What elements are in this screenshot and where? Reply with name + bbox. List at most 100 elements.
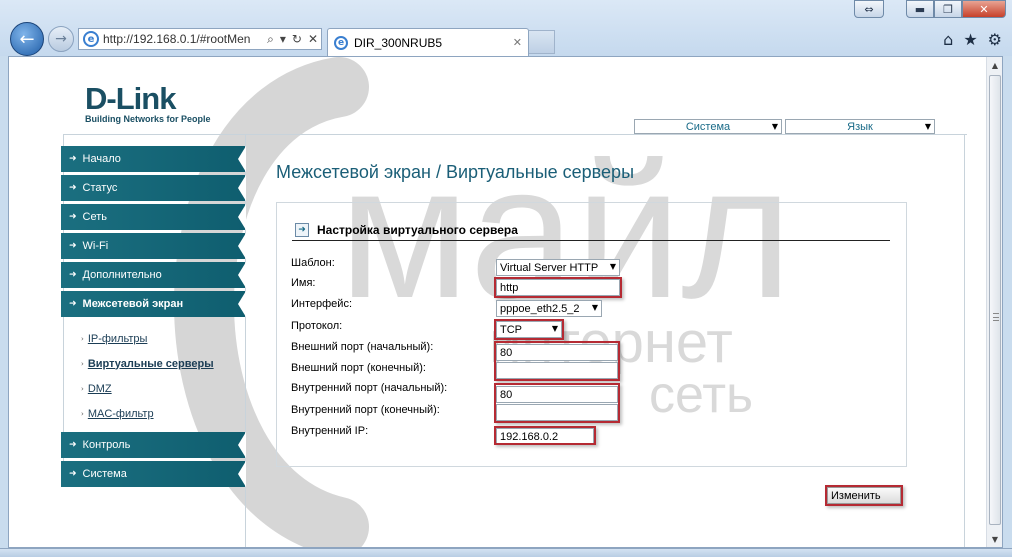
side-menu: ➜ Начало ➜ Статус ➜ Сеть ➜ Wi-Fi ➜ Дополнител… [61,146,246,490]
highlight-box [494,426,596,445]
maximize-button[interactable]: ❐ [934,0,962,18]
status-bar [0,548,1012,557]
interface-value: pppoe_eth2.5_2 [500,302,580,315]
system-select[interactable]: Система ▼ [634,119,782,134]
int-port-start-label: Внутренний порт (начальный): [291,382,448,394]
ext-port-start-label: Внешний порт (начальный): [291,341,434,353]
grip-icon [993,313,999,321]
dropdown-icon[interactable]: ▾ [280,32,286,46]
address-url[interactable]: http://192.168.0.1/#rootMen [103,32,264,46]
menu-item-label: Начало [82,153,121,165]
page-viewport: майл интернет сеть D-Link Building Netwo… [8,56,1003,548]
bullet-icon: › [81,334,84,343]
minimize-button[interactable]: ▬ [906,0,934,18]
scroll-down-icon[interactable]: ▼ [987,531,1002,547]
address-bar[interactable]: e http://192.168.0.1/#rootMen ⌕ ▾ ↻ ✕ [78,28,322,50]
arrow-right-icon: ➜ [69,183,77,193]
arrow-right-icon: ➜ [69,270,77,280]
frame-divider [964,134,965,547]
dropdown-arrow-icon: ▼ [771,122,778,131]
submenu-label: Виртуальные серверы [87,357,214,370]
firewall-submenu: › IP-фильтры › Виртуальные серверы › DMZ › M… [61,320,245,432]
bullet-icon: › [81,359,84,368]
dropdown-arrow-icon: ▼ [591,303,598,312]
template-select[interactable]: Virtual Server HTTP ▼ [496,259,620,276]
menu-item-label: Контроль [82,439,131,451]
submenu-item-mac-filter[interactable]: › MAC-фильтр [81,401,245,426]
scroll-up-icon[interactable]: ▲ [987,57,1002,73]
int-ip-label: Внутренний IP: [291,425,369,437]
menu-item-wifi[interactable]: ➜ Wi-Fi [61,233,246,259]
menu-item-label: Система [82,468,127,480]
form-heading: ➜ Настройка виртуального сервера [292,220,890,241]
vertical-scrollbar[interactable]: ▲ ▼ [986,57,1002,547]
browser-tab[interactable]: e DIR_300NRUB5 ✕ [327,28,529,56]
template-label: Шаблон: [291,257,335,269]
menu-item-label: Сеть [82,211,108,223]
tab-switch-button[interactable]: ⇔ [854,0,884,18]
submenu-item-ip-filters[interactable]: › IP-фильтры [81,326,245,351]
logo-brand: D-Link [85,81,176,116]
language-select-label: Язык [847,120,873,133]
language-select[interactable]: Язык ▼ [785,119,935,134]
arrow-right-icon: ➜ [69,212,77,222]
name-label: Имя: [291,277,316,289]
scroll-thumb[interactable] [989,75,1001,525]
menu-item-network[interactable]: ➜ Сеть [61,204,246,230]
ie-icon: e [334,35,348,50]
stop-icon[interactable]: ✕ [308,32,318,46]
int-port-end-label: Внутренний порт (конечный): [291,404,440,416]
dropdown-arrow-icon: ▼ [609,262,616,271]
search-icon[interactable]: ⌕ [267,32,274,47]
highlight-box [494,277,622,298]
menu-item-status[interactable]: ➜ Статус [61,175,246,201]
tab-title: DIR_300NRUB5 [354,35,443,50]
menu-item-control[interactable]: ➜ Контроль [61,432,246,458]
menu-item-label: Межсетевой экран [82,298,184,310]
menu-item-label: Wi-Fi [82,240,109,252]
home-icon[interactable]: ⌂ [943,30,953,49]
submenu-label: DMZ [87,382,112,395]
logo-slogan: Building Networks for People [85,114,211,124]
new-tab-button[interactable] [529,30,555,54]
back-button[interactable]: ← [10,22,44,56]
menu-item-home[interactable]: ➜ Начало [61,146,246,172]
tab-close-icon[interactable]: ✕ [513,36,522,49]
forward-button[interactable]: → [48,26,74,52]
menu-item-firewall[interactable]: ➜ Межсетевой экран [61,291,246,317]
highlight-box [494,319,564,340]
favorites-star-icon[interactable]: ★ [963,30,977,49]
page-title: Межсетевой экран / Виртуальные серверы [276,162,635,182]
submenu-item-virtual-servers[interactable]: › Виртуальные серверы [81,351,245,376]
template-value: Virtual Server HTTP [500,261,599,274]
system-select-label: Система [685,120,731,133]
ie-icon: e [83,31,99,47]
frame-divider [63,134,967,135]
dropdown-arrow-icon: ▼ [924,122,931,131]
close-window-button[interactable]: ✕ [962,0,1006,18]
arrow-right-icon: ➜ [69,440,77,450]
ext-port-end-label: Внешний порт (конечный): [291,362,426,374]
arrow-right-icon: ➜ [69,241,77,251]
arrow-right-icon: ➜ [69,154,77,164]
form-heading-text: Настройка виртуального сервера [317,223,518,237]
submenu-item-dmz[interactable]: › DMZ [81,376,245,401]
window-controls: ▬ ❐ ✕ [906,0,1006,18]
bullet-icon: › [81,409,84,418]
arrow-right-icon: ➜ [69,299,77,309]
menu-item-system[interactable]: ➜ Система [61,461,246,487]
highlight-box [494,383,620,423]
menu-item-advanced[interactable]: ➜ Дополнительно [61,262,246,288]
submenu-label: MAC-фильтр [87,407,154,420]
menu-item-label: Дополнительно [82,269,162,281]
settings-gear-icon[interactable]: ⚙ [988,30,1002,49]
arrow-right-icon: ➜ [69,469,77,479]
interface-label: Интерфейс: [291,298,352,310]
page-arrow-icon: ➜ [295,223,309,237]
refresh-icon[interactable]: ↻ [292,32,302,46]
submenu-label: IP-фильтры [87,332,148,345]
menu-item-label: Статус [82,182,118,194]
browser-tools: ⌂ ★ ⚙ [943,30,1002,49]
dlink-logo: D-Link Building Networks for People [85,81,211,125]
interface-select[interactable]: pppoe_eth2.5_2 ▼ [496,300,602,317]
